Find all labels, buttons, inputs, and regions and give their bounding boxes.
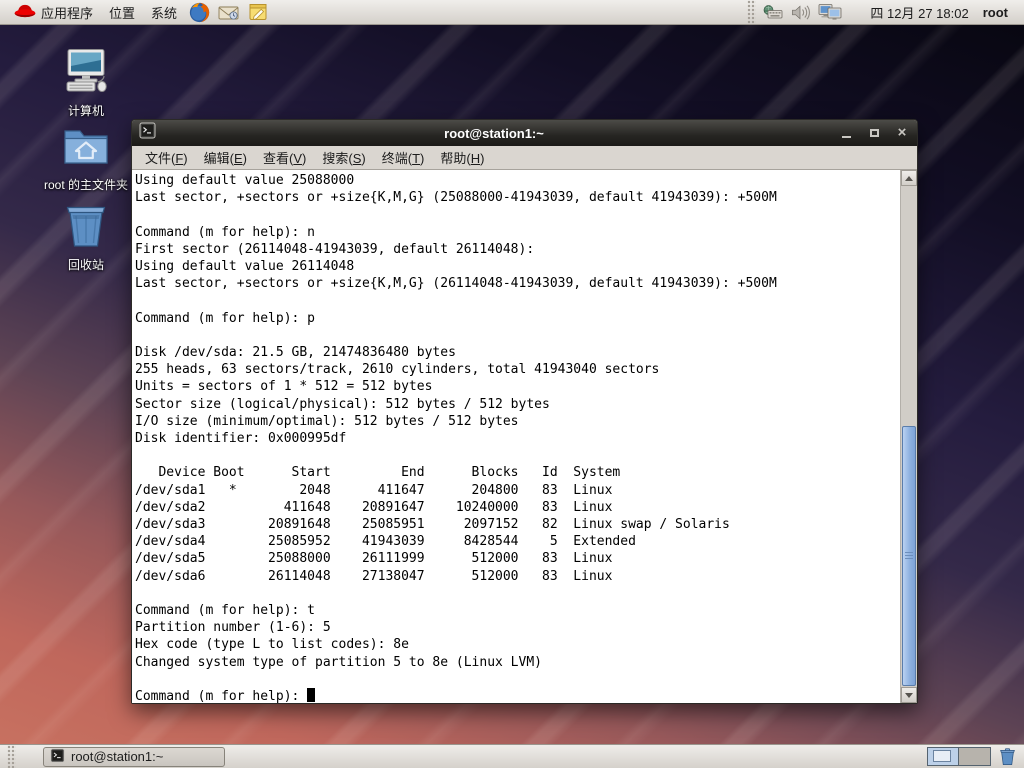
taskbar-window-button[interactable]: root@station1:~ (43, 746, 225, 767)
menu-item[interactable]: 编辑(E) (196, 145, 255, 170)
menu-label: 位置 (109, 5, 136, 21)
terminal-menubar: 文件(F) 编辑(E) 查看(V) 搜索(S) 终端(T) 帮助(H) (132, 146, 917, 170)
keyboard-indicator-icon[interactable] (763, 5, 783, 19)
taskbar: root@station1:~ (0, 744, 1024, 768)
menu-system[interactable]: 系统 (143, 0, 185, 25)
minimize-button[interactable] (838, 125, 854, 141)
terminal-window: root@station1:~ × 文件(F) 编辑(E) 查看(V) 搜索(S) 终端… (131, 119, 918, 704)
workspace-switcher (927, 747, 991, 766)
terminal-cursor (307, 688, 316, 703)
computer-icon (61, 48, 111, 99)
trash-icon (63, 203, 109, 253)
scroll-up-button[interactable] (901, 170, 917, 186)
taskbar-window-label: root@station1:~ (71, 749, 164, 764)
close-button[interactable]: × (894, 125, 910, 141)
menu-label: 系统 (151, 5, 178, 21)
scrollbar-thumb[interactable] (902, 426, 916, 686)
volume-icon[interactable] (791, 4, 811, 20)
menu-item[interactable]: 文件(F) (137, 145, 196, 170)
window-title: root@station1:~ (444, 125, 544, 141)
gedit-launcher-icon[interactable] (247, 2, 268, 23)
menu-applications[interactable]: 应用程序 (6, 0, 101, 25)
desktop-icon-trash[interactable]: 回收站 (26, 203, 146, 273)
trash-applet-icon[interactable] (999, 747, 1016, 766)
desktop-icon-computer[interactable]: 计算机 (26, 48, 146, 119)
panel-drag-handle[interactable] (747, 0, 757, 25)
menu-item[interactable]: 搜索(S) (314, 145, 373, 170)
redhat-logo-icon (14, 3, 36, 21)
workspace-2[interactable] (959, 748, 990, 765)
home-folder-icon (61, 126, 111, 173)
workspace-1[interactable] (928, 748, 959, 765)
desktop-icon-label: 回收站 (67, 258, 104, 272)
terminal-output[interactable]: Using default value 25088000 Last sector… (132, 170, 900, 703)
menu-item[interactable]: 查看(V) (255, 145, 314, 170)
evolution-mail-launcher-icon[interactable] (218, 2, 239, 23)
titlebar[interactable]: root@station1:~ × (132, 120, 917, 146)
desktop-icon-home[interactable]: root 的主文件夹 (26, 126, 146, 193)
username[interactable]: root (983, 5, 1008, 20)
scroll-down-button[interactable] (901, 687, 917, 703)
desktop-icon-label: 计算机 (67, 104, 104, 118)
scrollbar[interactable] (900, 170, 917, 703)
maximize-button[interactable] (866, 125, 882, 141)
taskbar-drag-handle[interactable] (7, 744, 16, 768)
network-icon[interactable] (818, 3, 842, 21)
clock[interactable]: 四 12月 27 18:02 (870, 3, 968, 22)
terminal-body: Using default value 25088000 Last sector… (132, 170, 917, 703)
terminal-icon (139, 122, 156, 144)
terminal-icon (50, 747, 65, 766)
workspace-window-thumbnail (933, 750, 951, 762)
desktop-icon-label: root 的主文件夹 (43, 178, 128, 192)
top-panel: 应用程序 位置 系统 四 12月 27 18:02 root (0, 0, 1024, 25)
menu-item[interactable]: 帮助(H) (432, 145, 492, 170)
menu-item[interactable]: 终端(T) (374, 145, 433, 170)
menu-label: 应用程序 (41, 5, 94, 21)
menu-places[interactable]: 位置 (101, 0, 143, 25)
firefox-launcher-icon[interactable] (189, 2, 210, 23)
